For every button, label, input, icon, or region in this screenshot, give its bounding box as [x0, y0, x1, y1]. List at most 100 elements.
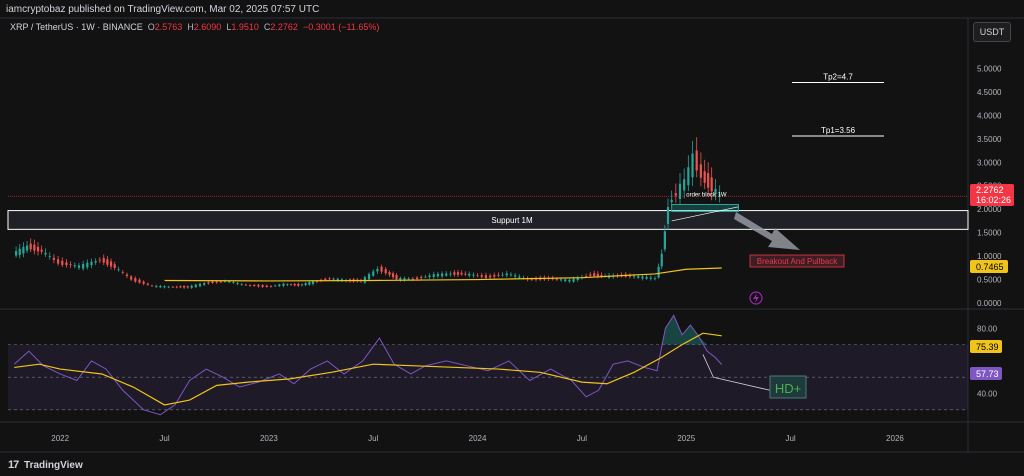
open-label: O: [147, 22, 155, 32]
candle-body: [236, 282, 239, 284]
candle-body: [411, 278, 414, 280]
candle-body: [407, 278, 410, 280]
price-tick-label: 3.0000: [977, 158, 1002, 167]
publisher-bar: iamcryptobaz published on TradingView.co…: [0, 0, 1024, 20]
open-value: 2.5763: [154, 22, 183, 32]
candle-body: [293, 283, 296, 286]
candle-body: [175, 286, 178, 288]
candle-body: [596, 273, 599, 277]
support-zone[interactable]: [7, 210, 969, 230]
candle-body: [163, 286, 166, 288]
publisher-text: iamcryptobaz published on TradingView.co…: [6, 4, 320, 15]
candle-body: [332, 278, 335, 280]
candle-body: [501, 274, 504, 276]
candle-body: [73, 265, 76, 267]
price-tick-label: 1.5000: [977, 229, 1002, 238]
candle-body: [328, 278, 331, 280]
candle-body: [488, 275, 492, 278]
tradingview-logo-icon: 17: [8, 459, 19, 471]
candle-body: [155, 285, 158, 287]
time-tick-label: Jul: [577, 434, 587, 443]
candle-body: [518, 276, 521, 278]
candle-body: [703, 171, 706, 183]
candle-body: [304, 283, 307, 286]
candle-body: [142, 281, 145, 284]
candle-body: [52, 257, 56, 260]
candle-body: [420, 277, 423, 278]
candle-body: [674, 193, 677, 196]
candle-body: [98, 259, 101, 261]
candle-body: [593, 273, 596, 277]
candle-body: [645, 276, 648, 279]
candle-body: [14, 251, 18, 256]
candle-body: [274, 285, 277, 287]
candle-body: [240, 283, 243, 285]
order-block-zone[interactable]: [671, 203, 739, 213]
candle-body: [248, 285, 252, 287]
candle-countdown: 16:02:26: [976, 195, 1011, 205]
candle-body: [497, 274, 500, 276]
candle-body: [641, 276, 644, 279]
candle-body: [265, 285, 268, 287]
rsi-value: 57.73: [976, 369, 999, 379]
candle-body: [65, 262, 68, 266]
candle-body: [82, 263, 85, 269]
candle-body: [113, 264, 116, 268]
currency-button[interactable]: USDT: [973, 22, 1011, 42]
chart-canvas[interactable]: 5.00004.50004.00003.50003.00002.50002.00…: [0, 0, 1024, 475]
candle-body: [286, 284, 289, 286]
candle-body: [660, 253, 663, 267]
candle-body: [476, 275, 479, 277]
candle-body: [18, 248, 21, 255]
high-value: 2.6090: [193, 22, 222, 32]
candle-body: [324, 278, 327, 281]
price-tick-label: 2.0000: [977, 205, 1002, 214]
candle-body: [311, 281, 315, 284]
candle-body: [125, 274, 129, 276]
candle-body: [707, 173, 710, 188]
candle-body: [171, 286, 174, 288]
price-tick-label: 3.5000: [977, 135, 1002, 144]
order-block-label: order block 1W: [686, 192, 727, 198]
candle-body: [424, 276, 427, 278]
candle-body: [77, 265, 81, 268]
hd-annotation-label: HD+: [775, 381, 801, 396]
candle-body: [559, 279, 563, 281]
price-tick-label: 4.5000: [977, 88, 1002, 97]
price-tick-label: 5.0000: [977, 64, 1002, 73]
rsi-overbought-fill: [661, 315, 722, 345]
time-tick-label: Jul: [785, 434, 795, 443]
last-price-value: 2.2762: [976, 185, 1004, 195]
candle-body: [530, 279, 533, 281]
candle-body: [257, 284, 260, 287]
candle-body: [25, 245, 29, 251]
candle-body: [261, 285, 264, 287]
price-tick-label: 1.0000: [977, 252, 1002, 261]
candle-body: [695, 150, 698, 171]
time-tick-label: 2024: [469, 434, 487, 443]
symbol-name[interactable]: XRP / TetherUS · 1W · BINANCE: [10, 22, 143, 32]
candle-body: [440, 273, 444, 277]
candle-body: [117, 269, 120, 271]
candle-body: [228, 281, 231, 283]
candle-body: [198, 283, 202, 287]
price-tick-label: 0.5000: [977, 276, 1002, 285]
candle-body: [480, 275, 483, 277]
bolt-icon-glyph: [753, 293, 759, 303]
price-tick-label: 0.0000: [977, 299, 1002, 308]
low-value: 1.9510: [231, 22, 259, 32]
price-tick-label: 4.0000: [977, 111, 1002, 120]
tradingview-brand[interactable]: TradingView: [24, 460, 83, 471]
time-tick-label: 2022: [51, 434, 69, 443]
candle-body: [572, 278, 575, 282]
candle-body: [29, 243, 32, 250]
candle-body: [589, 274, 592, 276]
candle-body: [464, 273, 467, 275]
symbol-info: XRP / TetherUS · 1W · BINANCE O2.5763 H2…: [10, 22, 379, 32]
candle-body: [670, 199, 673, 203]
candle-body: [653, 278, 657, 280]
candle-body: [167, 286, 170, 288]
candle-body: [456, 272, 460, 275]
candle-body: [219, 281, 222, 283]
rsi-tick-label: 40.00: [977, 390, 998, 399]
